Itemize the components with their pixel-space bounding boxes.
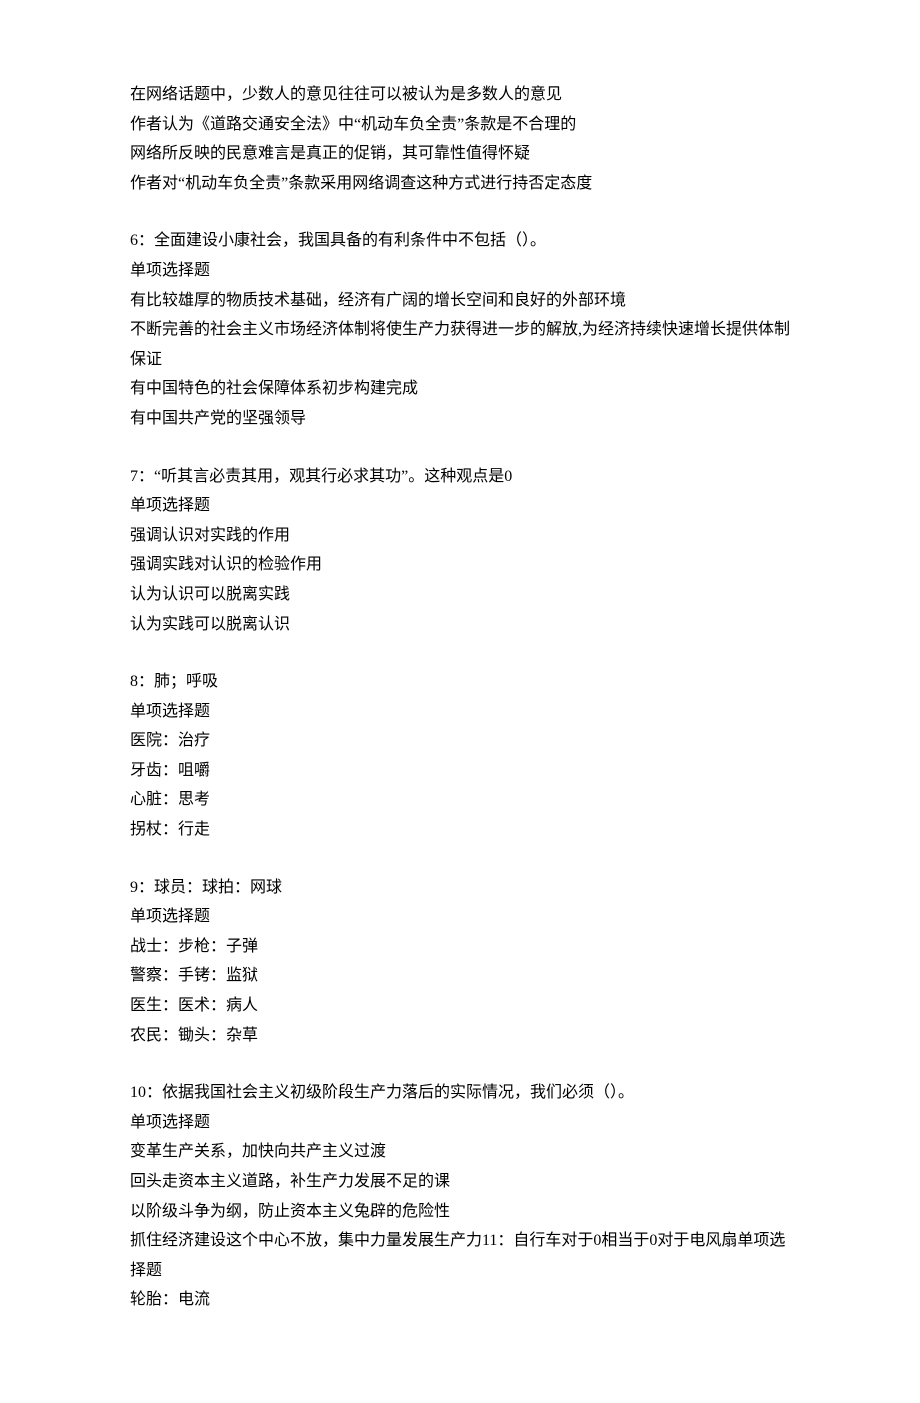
- question-type: 单项选择题: [130, 1108, 790, 1138]
- question-option: 变革生产关系，加快向共产主义过渡: [130, 1137, 790, 1167]
- preamble-block: 在网络话题中，少数人的意见往往可以被认为是多数人的意见 作者认为《道路交通安全法…: [130, 80, 790, 198]
- question-option: 警察：手铐：监狱: [130, 961, 790, 991]
- question-number: 7：: [130, 468, 154, 485]
- question-number: 10：: [130, 1084, 162, 1101]
- question-option: 认为实践可以脱离认识: [130, 610, 790, 640]
- question-8: 8：肺；呼吸 单项选择题 医院：治疗 牙齿：咀嚼 心脏：思考 拐杖：行走: [130, 667, 790, 845]
- preamble-line: 作者认为《道路交通安全法》中“机动车负全责”条款是不合理的: [130, 110, 790, 140]
- question-stem: 6：全面建设小康社会，我国具备的有利条件中不包括（）。: [130, 226, 790, 256]
- question-text: 依据我国社会主义初级阶段生产力落后的实际情况，我们必须（）。: [162, 1084, 634, 1101]
- question-option: 农民：锄头：杂草: [130, 1021, 790, 1051]
- question-option: 有中国共产党的坚强领导: [130, 404, 790, 434]
- question-option: 有中国特色的社会保障体系初步构建完成: [130, 374, 790, 404]
- preamble-line: 作者对“机动车负全责”条款采用网络调查这种方式进行持否定态度: [130, 169, 790, 199]
- question-option: 有比较雄厚的物质技术基础，经济有广阔的增长空间和良好的外部环境: [130, 286, 790, 316]
- question-type: 单项选择题: [130, 697, 790, 727]
- question-stem: 8：肺；呼吸: [130, 667, 790, 697]
- question-text: “听其言必责其用，观其行必求其功”。这种观点是0: [154, 468, 512, 485]
- question-type: 单项选择题: [130, 491, 790, 521]
- question-option: 抓住经济建设这个中心不放，集中力量发展生产力11：自行车对于0相当于0对于电风扇…: [130, 1226, 790, 1285]
- question-stem: 7：“听其言必责其用，观其行必求其功”。这种观点是0: [130, 462, 790, 492]
- question-option: 强调实践对认识的检验作用: [130, 550, 790, 580]
- question-option: 牙齿：咀嚼: [130, 756, 790, 786]
- question-option: 轮胎：电流: [130, 1285, 790, 1315]
- question-stem: 10：依据我国社会主义初级阶段生产力落后的实际情况，我们必须（）。: [130, 1078, 790, 1108]
- preamble-line: 网络所反映的民意难言是真正的促销，其可靠性值得怀疑: [130, 139, 790, 169]
- question-text: 肺；呼吸: [154, 673, 218, 690]
- question-option: 医院：治疗: [130, 726, 790, 756]
- question-option: 认为认识可以脱离实践: [130, 580, 790, 610]
- question-9: 9：球员：球拍：网球 单项选择题 战士：步枪：子弹 警察：手铐：监狱 医生：医术…: [130, 873, 790, 1051]
- question-option: 以阶级斗争为纲，防止资本主义兔辟的危险性: [130, 1197, 790, 1227]
- question-option: 医生：医术：病人: [130, 991, 790, 1021]
- preamble-line: 在网络话题中，少数人的意见往往可以被认为是多数人的意见: [130, 80, 790, 110]
- question-number: 6：: [130, 232, 154, 249]
- question-text: 球员：球拍：网球: [154, 879, 282, 896]
- question-number: 9：: [130, 879, 154, 896]
- question-option: 拐杖：行走: [130, 815, 790, 845]
- page: 在网络话题中，少数人的意见往往可以被认为是多数人的意见 作者认为《道路交通安全法…: [0, 0, 920, 1403]
- question-6: 6：全面建设小康社会，我国具备的有利条件中不包括（）。 单项选择题 有比较雄厚的…: [130, 226, 790, 433]
- question-option: 强调认识对实践的作用: [130, 521, 790, 551]
- question-stem: 9：球员：球拍：网球: [130, 873, 790, 903]
- question-option: 回头走资本主义道路，补生产力发展不足的课: [130, 1167, 790, 1197]
- question-type: 单项选择题: [130, 902, 790, 932]
- question-10: 10：依据我国社会主义初级阶段生产力落后的实际情况，我们必须（）。 单项选择题 …: [130, 1078, 790, 1315]
- question-number: 8：: [130, 673, 154, 690]
- question-option: 不断完善的社会主义市场经济体制将使生产力获得进一步的解放,为经济持续快速增长提供…: [130, 315, 790, 374]
- question-option: 心脏：思考: [130, 785, 790, 815]
- question-option: 战士：步枪：子弹: [130, 932, 790, 962]
- question-text: 全面建设小康社会，我国具备的有利条件中不包括（）。: [154, 232, 546, 249]
- question-type: 单项选择题: [130, 256, 790, 286]
- question-7: 7：“听其言必责其用，观其行必求其功”。这种观点是0 单项选择题 强调认识对实践…: [130, 462, 790, 640]
